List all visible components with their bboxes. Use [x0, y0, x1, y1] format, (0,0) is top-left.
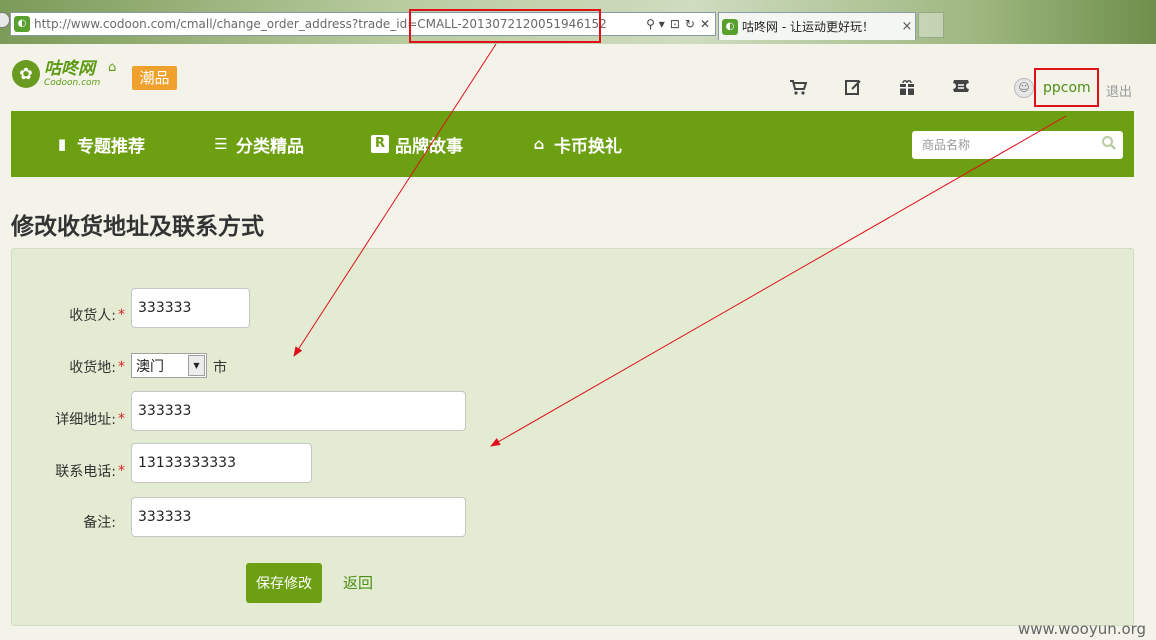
coupon-icon[interactable] [951, 78, 971, 98]
nav-item-brands[interactable]: R 品牌故事 [371, 133, 463, 157]
search-input[interactable] [912, 132, 1095, 158]
trade-id-highlight-box [409, 9, 601, 43]
edit-icon[interactable] [843, 78, 863, 98]
search-dropdown-icon[interactable]: ⚲ ▾ [646, 17, 665, 31]
search-icon[interactable] [1095, 135, 1123, 155]
consignee-input[interactable] [131, 288, 250, 328]
required-mark: * [118, 463, 125, 479]
chevron-down-icon[interactable]: ▼ [188, 355, 205, 376]
note-input[interactable] [131, 497, 466, 537]
region-suffix: 市 [213, 360, 227, 376]
stop-icon[interactable]: ✕ [700, 17, 710, 31]
gift-icon[interactable] [897, 78, 917, 98]
logo-name: 咕咚网 [44, 58, 95, 79]
consignee-label: 收货人: [69, 308, 116, 324]
brand-icon: R [371, 135, 389, 153]
home-icon[interactable]: ⌂ [108, 60, 116, 75]
site-favicon-icon: ◐ [14, 16, 30, 32]
phone-label: 联系电话: [55, 464, 116, 480]
compatibility-icon[interactable]: ⊡ [670, 17, 680, 31]
chaopin-badge[interactable]: 潮品 [132, 66, 177, 90]
site-logo[interactable]: ✿ 咕咚网 Codoon.com [12, 60, 100, 88]
codoon-logo-icon: ✿ [12, 60, 40, 88]
back-link[interactable]: 返回 [343, 572, 373, 593]
required-mark: * [118, 359, 125, 375]
list-icon: ☰ [214, 135, 228, 153]
address-label: 详细地址: [55, 412, 116, 428]
new-tab-button[interactable] [918, 12, 944, 38]
browser-tab[interactable]: ◐ 咕咚网 - 让运动更好玩！ × [718, 12, 916, 40]
required-mark: * [118, 307, 125, 323]
tab-favicon-icon: ◐ [722, 18, 738, 35]
nav-item-label: 品牌故事 [395, 136, 463, 157]
address-bar-buttons: ⚲ ▾ ⊡ ↻ ✕ [646, 17, 715, 31]
logout-link[interactable]: 退出 [1106, 81, 1132, 100]
nav-item-label: 专题推荐 [77, 136, 145, 157]
nav-item-categories[interactable]: ☰ 分类精品 [212, 133, 304, 157]
required-mark: * [118, 411, 125, 427]
refresh-icon[interactable]: ↻ [685, 17, 695, 31]
product-search [912, 131, 1123, 159]
logo-text: 咕咚网 Codoon.com [44, 58, 101, 88]
topic-icon: ▮ [57, 135, 67, 153]
nav-item-topics[interactable]: ▮ 专题推荐 [53, 133, 145, 157]
tab-close-icon[interactable]: × [899, 19, 915, 34]
page-title: 修改收货地址及联系方式 [11, 214, 264, 240]
cart-icon[interactable] [788, 78, 808, 98]
main-nav: ▮ 专题推荐 ☰ 分类精品 R 品牌故事 ⌂ 卡币换礼 [11, 111, 1134, 177]
region-label: 收货地: [69, 360, 116, 376]
phone-input[interactable] [131, 443, 312, 483]
address-input[interactable] [131, 391, 466, 431]
nav-item-exchange[interactable]: ⌂ 卡币换礼 [530, 133, 622, 157]
avatar-icon[interactable]: ☺ [1014, 78, 1034, 98]
address-bar[interactable]: ◐ http://www.codoon.com/cmall/change_ord… [10, 12, 716, 36]
nav-item-label: 分类精品 [236, 136, 304, 157]
username-highlight-box [1034, 68, 1099, 107]
nav-item-label: 卡币换礼 [554, 136, 622, 157]
back-button[interactable] [0, 12, 10, 28]
region-select[interactable]: 澳门 ▼ [131, 353, 207, 378]
region-select-value: 澳门 [136, 358, 164, 375]
tab-title: 咕咚网 - 让运动更好玩！ [742, 20, 874, 34]
logo-subtitle: Codoon.com [44, 77, 101, 88]
save-button[interactable]: 保存修改 [246, 563, 322, 603]
gift-box-icon: ⌂ [533, 135, 545, 153]
watermark: www.wooyun.org [1018, 620, 1147, 638]
note-label: 备注: [83, 515, 116, 531]
